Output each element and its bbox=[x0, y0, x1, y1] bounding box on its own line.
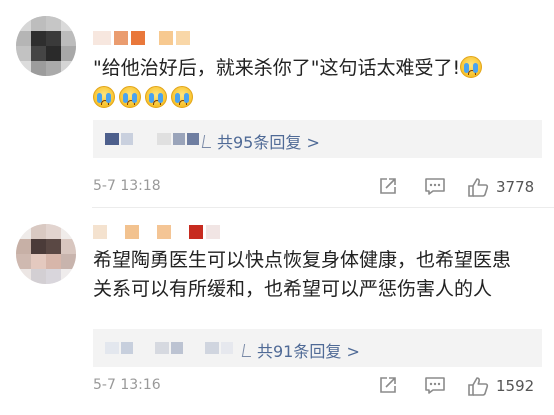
comment-actions: 1592 bbox=[0, 375, 554, 399]
emoji-row bbox=[93, 86, 195, 108]
comment-item: "给他治好后，就来杀你了"这句话太难受了! 共95条回复 > 5-7 13:18 bbox=[0, 0, 554, 208]
cry-emoji-icon bbox=[119, 86, 141, 108]
username-redacted[interactable] bbox=[93, 225, 220, 239]
cry-emoji-icon bbox=[93, 86, 115, 108]
replies-box[interactable]: 共91条回复 > bbox=[93, 329, 542, 367]
username-redacted[interactable] bbox=[93, 31, 190, 45]
replies-box[interactable]: 共95条回复 > bbox=[93, 120, 542, 158]
comment-text: "给他治好后，就来杀你了"这句话太难受了! bbox=[93, 54, 543, 83]
like-count: 1592 bbox=[496, 377, 535, 395]
reply-users-redacted bbox=[105, 133, 199, 145]
like-count: 3778 bbox=[496, 178, 535, 196]
comment-actions: 3778 bbox=[0, 176, 554, 200]
avatar[interactable] bbox=[16, 16, 76, 76]
cry-emoji-icon bbox=[145, 86, 167, 108]
comment-icon[interactable] bbox=[424, 375, 446, 395]
comment-text: 希望陶勇医生可以快点恢复身体健康，也希望医患 关系可以有所缓和，也希望可以严惩伤… bbox=[93, 249, 512, 300]
reply-corner-icon bbox=[201, 135, 214, 148]
reply-users-redacted bbox=[105, 342, 233, 354]
like-icon[interactable] bbox=[467, 375, 489, 397]
like-icon[interactable] bbox=[467, 176, 489, 198]
comment-item: 希望陶勇医生可以快点恢复身体健康，也希望医患 关系可以有所缓和，也希望可以严惩伤… bbox=[0, 208, 554, 415]
comment-icon[interactable] bbox=[424, 176, 446, 196]
view-replies-link[interactable]: 共91条回复 > bbox=[241, 338, 360, 362]
share-icon[interactable] bbox=[378, 375, 398, 395]
cry-emoji-icon bbox=[460, 56, 483, 78]
reply-corner-icon bbox=[241, 344, 254, 357]
view-replies-link[interactable]: 共95条回复 > bbox=[201, 129, 320, 153]
avatar[interactable] bbox=[16, 224, 76, 284]
cry-emoji-icon bbox=[171, 86, 193, 108]
share-icon[interactable] bbox=[378, 176, 398, 196]
